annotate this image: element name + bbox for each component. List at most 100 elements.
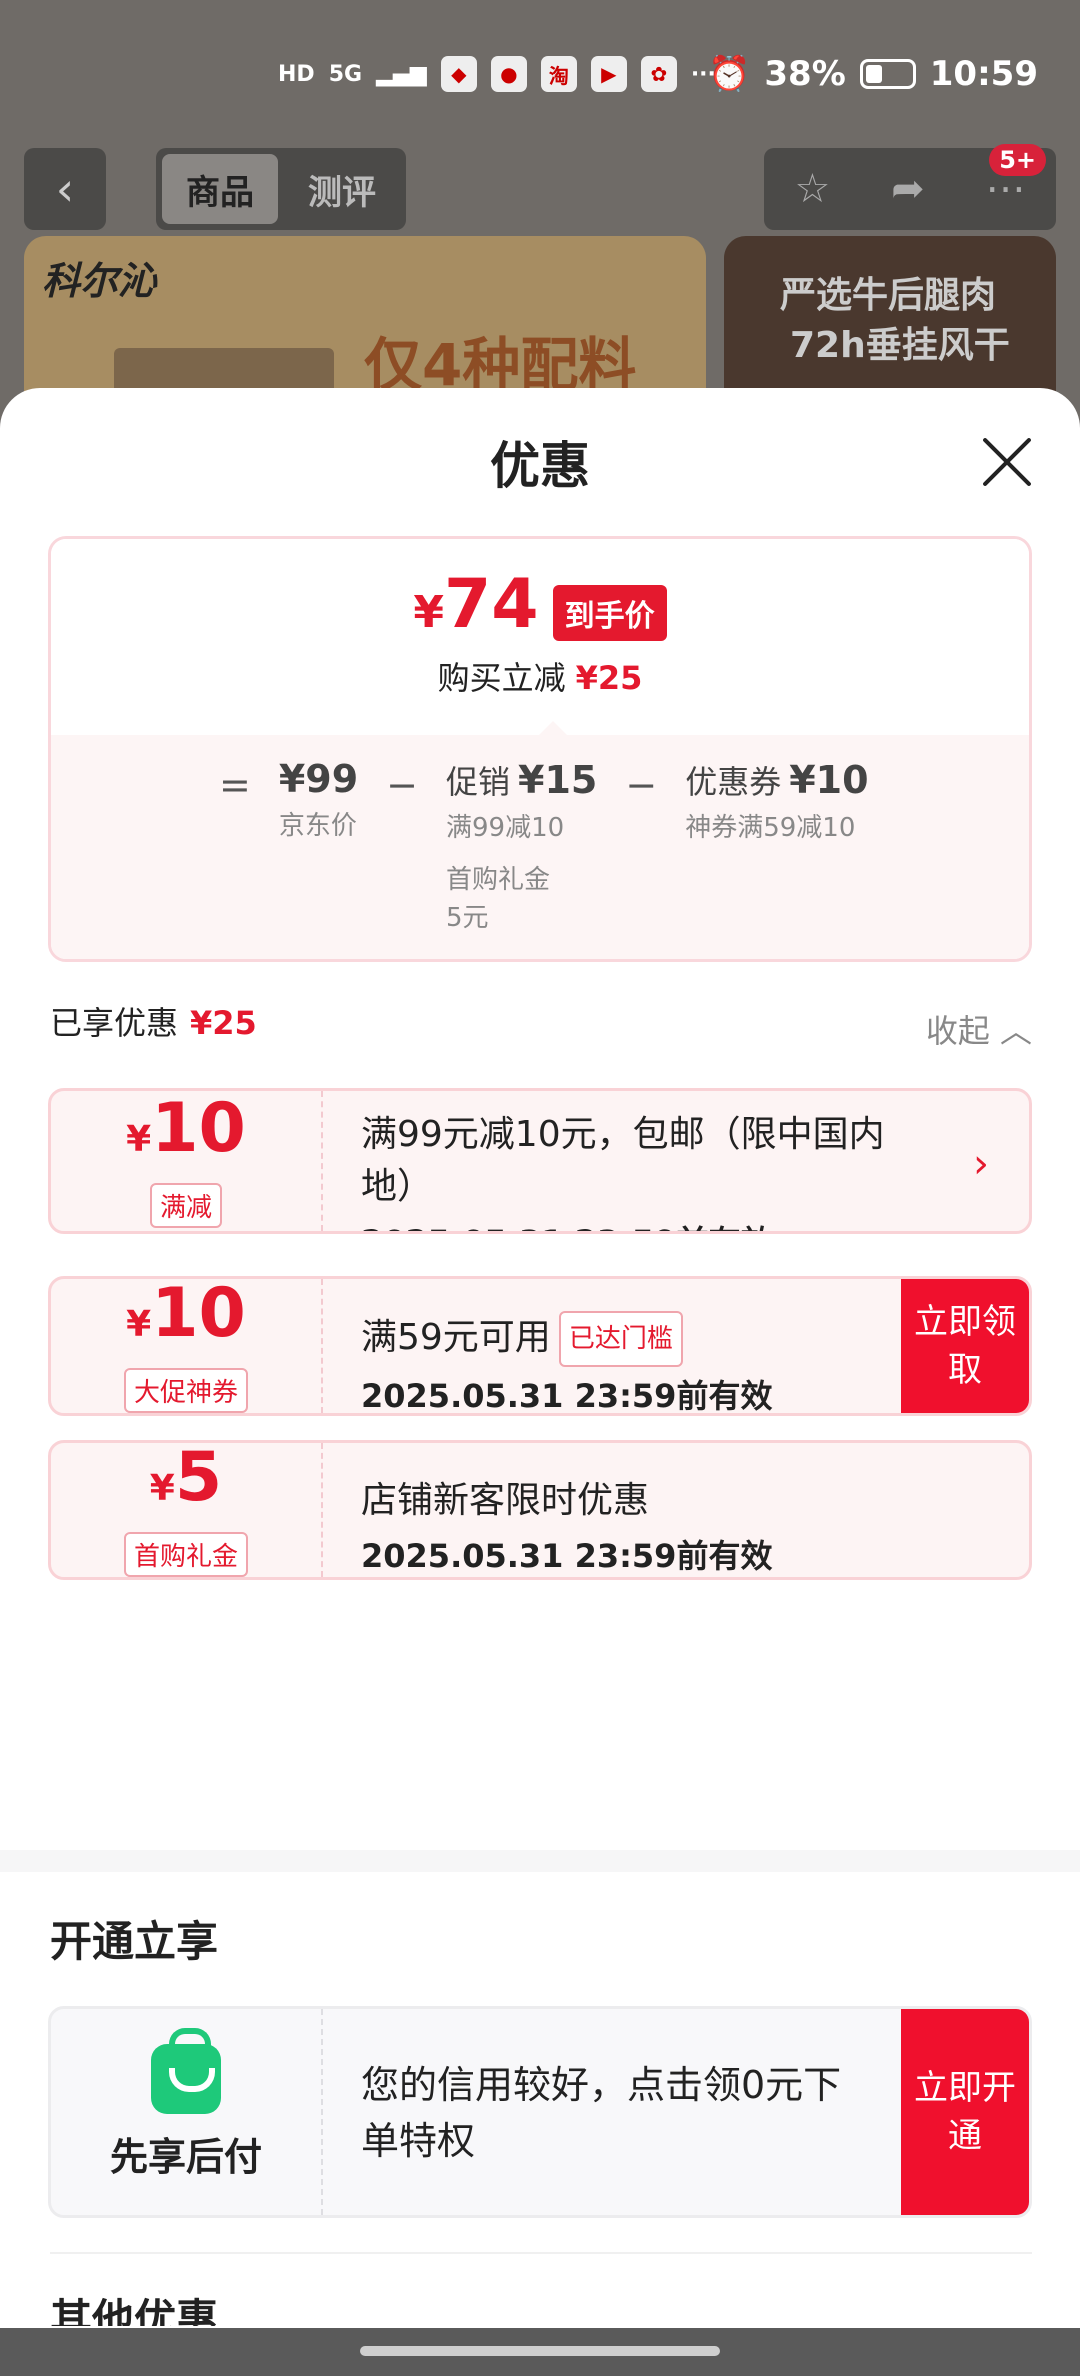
coupon-amount-area: ¥5 首购礼金 (51, 1443, 323, 1577)
promo-label: 促销 (446, 763, 511, 801)
coupon-value-row: 优惠券 ¥10 (685, 757, 868, 803)
final-price-value: 74 (443, 565, 539, 644)
price-top: ¥74 到手价 购买立减 ¥25 (51, 539, 1029, 735)
app-notification-icon: 淘 (540, 56, 577, 92)
coupon-amount: ¥10 (126, 1094, 246, 1175)
threshold-badge: 已达门槛 (558, 1311, 683, 1367)
app-notification-icon: ● (490, 56, 527, 92)
enjoyed-discount: 已享优惠 ¥25 (50, 998, 257, 1044)
brand-logo: 科尔沁 (42, 259, 157, 303)
hd-indicator: HD (278, 61, 315, 87)
coupon-card: ¥5 首购礼金 店铺新客限时优惠 2025.05.31 23:59前有效 (48, 1440, 1032, 1580)
coupon-type-tag: 首购礼金 (123, 1532, 248, 1577)
coupon-body: 满59元可用 已达门槛 2025.05.31 23:59前有效 (361, 1311, 879, 1415)
pay-later-text: 您的信用较好，点击领0元下单特权 (361, 2063, 842, 2163)
final-price-row: ¥74 到手价 (51, 571, 1029, 643)
tab-review[interactable]: 测评 (284, 154, 400, 224)
final-price: ¥74 (413, 571, 538, 643)
sheet-title: 优惠 (490, 437, 590, 495)
message-badge: 5+ (989, 144, 1046, 176)
minus-sign: − (386, 763, 419, 807)
coupon-card[interactable]: ¥10 满减 满99元减10元，包邮（限中国内地） 2025.05.31 23:… (48, 1088, 1032, 1234)
enjoyed-label: 已享优惠 (50, 1004, 179, 1042)
status-icons: HD 5G ▂▄▆ ◆ ● 淘 ▶ ✿ ··· (278, 56, 716, 92)
tab-product[interactable]: 商品 (162, 154, 278, 224)
coupon-amount-area: ¥10 满减 (51, 1091, 323, 1231)
chevron-left-icon: ‹ (55, 162, 75, 216)
section-divider (0, 1850, 1080, 1872)
app-notification-icon: ▶ (590, 56, 627, 92)
equals-sign: = (219, 763, 251, 807)
price-formula: = ¥99 京东价 − 促销 ¥15 满99减10 首购礼金 5元 − 优惠券 ¥1… (219, 757, 869, 937)
promo-value-row: 促销 ¥15 (446, 757, 597, 803)
coupon-title: 满59元可用 (361, 1317, 551, 1358)
top-nav: ‹ 商品 测评 ☆ ➦ ⋯ 5+ (0, 144, 1080, 230)
pay-later-label: 先享后付 (109, 2134, 262, 2179)
pay-later-card[interactable]: 先享后付 您的信用较好，点击领0元下单特权 立即开通 (48, 2006, 1032, 2218)
coupon-amount: ¥10 (126, 1279, 246, 1360)
back-button[interactable]: ‹ (24, 148, 106, 230)
enjoyed-value: ¥25 (190, 1004, 257, 1042)
coupon-amount-area: ¥10 大促神券 (51, 1279, 323, 1413)
coupon-amount-value: 10 (151, 1276, 246, 1353)
coupon-body: 满99元减10元，包邮（限中国内地） 2025.05.31 23:59前有效 (361, 1109, 929, 1231)
section-title-other: 其他优惠 (50, 2295, 219, 2326)
coupon-title: 店铺新客限时优惠 (361, 1480, 650, 1521)
signal-icon: ▂▄▆ (376, 61, 427, 87)
coupon-type-tag: 大促神券 (123, 1368, 248, 1413)
jd-price-label: 京东价 (278, 811, 357, 841)
coupon-card: ¥10 大促神券 满59元可用 已达门槛 2025.05.31 23:59前有效 … (48, 1276, 1032, 1416)
star-icon[interactable]: ☆ (794, 166, 830, 212)
coupon-label: 优惠券 (685, 763, 782, 801)
coupon-amount-value: 10 (151, 1089, 246, 1168)
jd-price: ¥99 (278, 757, 359, 801)
promo-detail-1: 满99减10 (446, 813, 565, 843)
coupon-col: 优惠券 ¥10 神券满59减10 (685, 757, 868, 937)
price-breakdown: = ¥99 京东价 − 促销 ¥15 满99减10 首购礼金 5元 − 优惠券 ¥1… (51, 735, 1029, 959)
section-title-open: 开通立享 (50, 1917, 219, 1966)
divider-line (50, 2252, 1032, 2254)
coupon-amount: ¥5 (150, 1443, 222, 1524)
coupon-type-tag: 满减 (149, 1183, 222, 1228)
coupon-expiry: 2025.05.31 23:59前有效 (361, 1537, 773, 1575)
alarm-icon: ⏰ (708, 54, 751, 94)
reduce-value: ¥25 (575, 659, 643, 697)
coupon-expiry: 2025.05.31 23:59前有效 (361, 1217, 929, 1231)
reduce-label: 购买立减 (437, 659, 566, 697)
coupon-title-row: 满59元可用 已达门槛 (361, 1311, 879, 1367)
battery-percent: 38% (764, 54, 846, 94)
status-bar: HD 5G ▂▄▆ ◆ ● 淘 ▶ ✿ ··· ⏰ 38% 10:59 (0, 40, 1080, 112)
close-icon[interactable] (980, 436, 1032, 488)
background-page: HD 5G ▂▄▆ ◆ ● 淘 ▶ ✿ ··· ⏰ 38% 10:59 ‹ 商品… (0, 0, 1080, 426)
currency-symbol: ¥ (413, 587, 444, 638)
promo-col: 促销 ¥15 满99减10 首购礼金 5元 (446, 757, 597, 937)
currency-symbol: ¥ (149, 1468, 175, 1509)
coupon-body: 店铺新客限时优惠 2025.05.31 23:59前有效 (361, 1475, 929, 1577)
currency-symbol: ¥ (126, 1119, 152, 1160)
status-right: ⏰ 38% 10:59 (708, 54, 1038, 94)
collapse-toggle[interactable]: 收起 ︿ (926, 1006, 1032, 1052)
claim-coupon-button[interactable]: 立即领取 (901, 1279, 1029, 1413)
gesture-bar (0, 2328, 1080, 2376)
promo-value: ¥15 (518, 758, 598, 802)
reduce-line: 购买立减 ¥25 (51, 653, 1029, 699)
coupon-expiry: 2025.05.31 23:59前有效 (361, 1377, 773, 1415)
nav-actions: ☆ ➦ ⋯ 5+ (764, 144, 1056, 230)
minus-sign: − (625, 763, 658, 807)
share-icon[interactable]: ➦ (891, 166, 925, 212)
pay-later-brand: 先享后付 (51, 2009, 323, 2215)
clock: 10:59 (929, 54, 1038, 94)
final-price-tag: 到手价 (552, 585, 667, 641)
nav-tabs: 商品 测评 (156, 148, 406, 230)
home-indicator[interactable] (360, 2346, 720, 2356)
coupon-detail: 神券满59减10 (685, 813, 856, 843)
coupon-amount-value: 5 (174, 1440, 223, 1517)
shopping-bag-icon (151, 2027, 221, 2114)
jd-price-col: ¥99 京东价 (279, 757, 358, 937)
price-summary-card: ¥74 到手价 购买立减 ¥25 = ¥99 京东价 − 促销 ¥15 满99减10… (48, 536, 1032, 962)
promo-detail-3: 5元 (446, 903, 489, 933)
banner-line-2: 72h垂挂风干 (790, 325, 1010, 366)
activate-button[interactable]: 立即开通 (901, 2009, 1029, 2215)
promo-detail: 满99减10 首购礼金 5元 (446, 809, 597, 937)
chevron-right-icon[interactable]: › (973, 1141, 989, 1187)
